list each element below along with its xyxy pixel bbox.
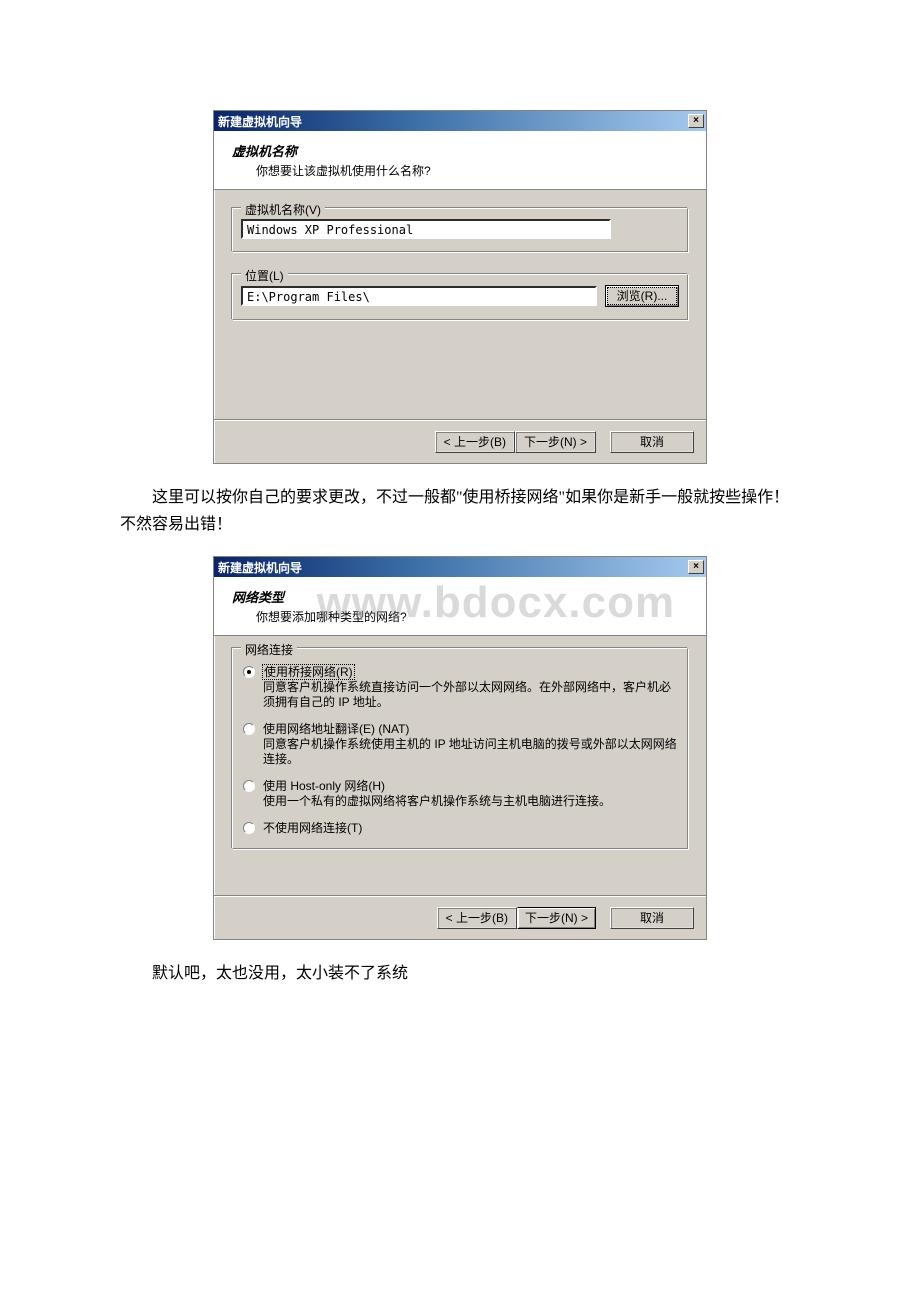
- wizard-heading: 虚拟机名称: [232, 141, 688, 160]
- dialog-network-type: 新建虚拟机向导 × 网络类型 你想要添加哪种类型的网络? 网络连接 使用桥接网络…: [213, 556, 707, 940]
- wizard-subheading: 你想要添加哪种类型的网络?: [232, 608, 688, 625]
- radio-icon: [243, 780, 255, 792]
- radio-bridged[interactable]: 使用桥接网络(R) 同意客户机操作系统直接访问一个外部以太网网络。在外部网络中，…: [243, 665, 679, 710]
- radio-none-label: 不使用网络连接(T): [263, 821, 362, 835]
- location-input[interactable]: E:\Program Files\: [241, 286, 597, 306]
- radio-nat-label: 使用网络地址翻译(E) (NAT): [263, 722, 409, 736]
- legend-vm-name: 虚拟机名称(V): [241, 201, 325, 218]
- radio-none[interactable]: 不使用网络连接(T): [243, 821, 679, 836]
- titlebar[interactable]: 新建虚拟机向导 ×: [214, 111, 706, 131]
- dialog-footer: < 上一步(B) 下一步(N) > 取消: [214, 896, 706, 939]
- titlebar[interactable]: 新建虚拟机向导 ×: [214, 557, 706, 577]
- radio-bridged-label: 使用桥接网络(R): [263, 665, 354, 679]
- radio-hostonly-label: 使用 Host-only 网络(H): [263, 779, 385, 793]
- dialog-vm-name: 新建虚拟机向导 × 虚拟机名称 你想要让该虚拟机使用什么名称? 虚拟机名称(V)…: [213, 110, 707, 464]
- browse-button[interactable]: 浏览(R)...: [605, 285, 679, 307]
- radio-bridged-desc: 同意客户机操作系统直接访问一个外部以太网网络。在外部网络中，客户机必须拥有自己的…: [263, 680, 679, 710]
- vm-name-input[interactable]: Windows XP Professional: [241, 219, 611, 239]
- radio-hostonly[interactable]: 使用 Host-only 网络(H) 使用一个私有的虚拟网络将客户机操作系统与主…: [243, 779, 679, 809]
- radio-icon: [243, 822, 255, 834]
- radio-icon: [243, 723, 255, 735]
- cancel-button[interactable]: 取消: [610, 431, 694, 453]
- next-button[interactable]: 下一步(N) >: [515, 431, 596, 453]
- radio-hostonly-desc: 使用一个私有的虚拟网络将客户机操作系统与主机电脑进行连接。: [263, 794, 611, 809]
- dialog-title: 新建虚拟机向导: [218, 113, 688, 130]
- close-icon[interactable]: ×: [688, 560, 704, 574]
- wizard-heading: 网络类型: [232, 587, 688, 606]
- radio-icon: [243, 666, 255, 678]
- body-paragraph-2: 默认吧，太也没用，太小装不了系统: [120, 960, 800, 987]
- wizard-header: 虚拟机名称 你想要让该虚拟机使用什么名称?: [214, 131, 706, 190]
- dialog-title: 新建虚拟机向导: [218, 559, 688, 576]
- cancel-button[interactable]: 取消: [610, 907, 694, 929]
- radio-nat-desc: 同意客户机操作系统使用主机的 IP 地址访问主机电脑的拨号或外部以太网网络连接。: [263, 737, 679, 767]
- fieldset-location: 位置(L) E:\Program Files\ 浏览(R)...: [232, 274, 688, 320]
- wizard-subheading: 你想要让该虚拟机使用什么名称?: [232, 162, 688, 179]
- body-paragraph-1: 这里可以按你自己的要求更改，不过一般都"使用桥接网络"如果你是新手一般就按些操作…: [120, 484, 800, 538]
- close-icon[interactable]: ×: [688, 114, 704, 128]
- legend-network: 网络连接: [241, 641, 297, 658]
- back-button[interactable]: < 上一步(B): [435, 431, 515, 453]
- dialog-footer: < 上一步(B) 下一步(N) > 取消: [214, 420, 706, 463]
- wizard-header: 网络类型 你想要添加哪种类型的网络?: [214, 577, 706, 636]
- next-button[interactable]: 下一步(N) >: [517, 907, 596, 929]
- radio-nat[interactable]: 使用网络地址翻译(E) (NAT) 同意客户机操作系统使用主机的 IP 地址访问…: [243, 722, 679, 767]
- legend-location: 位置(L): [241, 267, 288, 284]
- fieldset-vm-name: 虚拟机名称(V) Windows XP Professional: [232, 208, 688, 252]
- back-button[interactable]: < 上一步(B): [437, 907, 517, 929]
- fieldset-network: 网络连接 使用桥接网络(R) 同意客户机操作系统直接访问一个外部以太网网络。在外…: [232, 648, 688, 849]
